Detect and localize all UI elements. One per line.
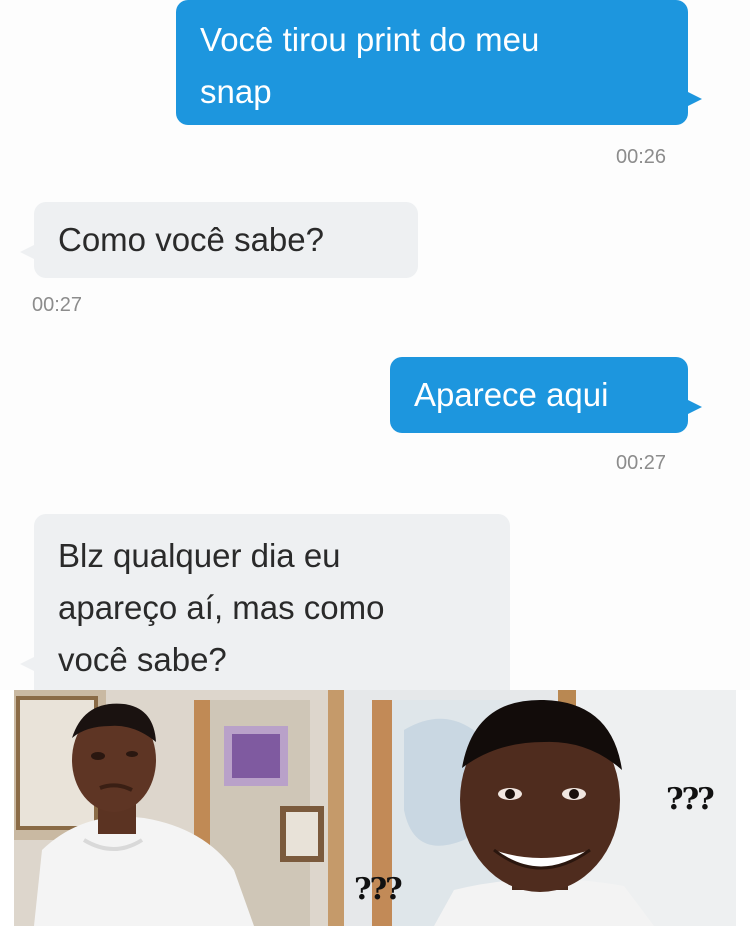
confused-man-left-illustration (14, 690, 344, 926)
confused-man-meme-image: ??? ??? ??? (14, 690, 736, 926)
outgoing-message-bubble[interactable]: Aparece aqui (390, 357, 702, 433)
meme-left-panel: ??? (14, 690, 344, 926)
meme-question-marks-center: ??? (354, 872, 403, 907)
message-text-line: você sabe? (58, 641, 227, 678)
message-text-line: snap (200, 73, 272, 110)
message-timestamp: 00:26 (616, 146, 667, 168)
message-text-line: apareço aí, mas como (58, 589, 385, 626)
outgoing-message-bubble[interactable]: Você tirou print do meu snap (176, 0, 702, 125)
message-text-line: Blz qualquer dia eu (58, 537, 341, 574)
message-text-line: Aparece aqui (414, 376, 609, 413)
incoming-message-bubble[interactable]: Blz qualquer dia eu apareço aí, mas como… (20, 514, 510, 690)
message-timestamp: 00:27 (616, 452, 667, 474)
message-timestamp: 00:27 (32, 294, 83, 316)
chat-thread: Você tirou print do meu snap 00:26 Como … (0, 0, 750, 690)
message-text-line: Como você sabe? (58, 221, 324, 258)
meme-question-marks-right: ??? (666, 782, 715, 817)
incoming-message-bubble[interactable]: Como você sabe? (20, 202, 418, 278)
message-text-line: Você tirou print do meu (200, 21, 540, 58)
meme-right-panel: ??? (344, 690, 736, 926)
